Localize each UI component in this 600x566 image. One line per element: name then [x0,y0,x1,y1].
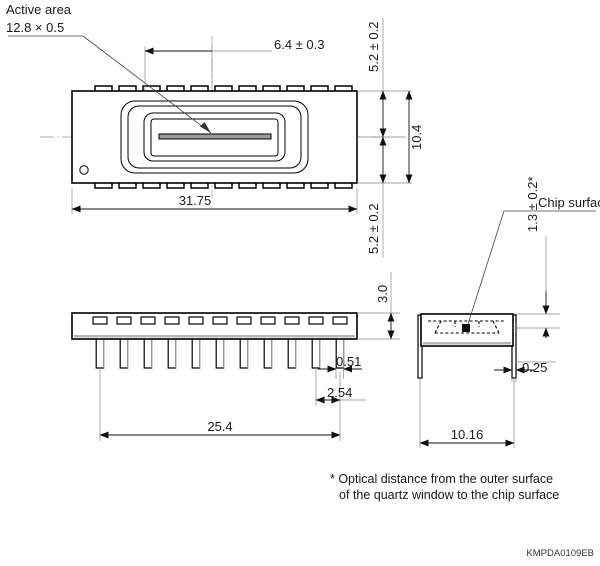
chip-surface-label: Chip surface [538,195,600,210]
active-area-title: Active area [6,2,72,17]
footnote-line-2: of the quartz window to the chip surface [339,488,559,502]
dim-label-lead-thickness: 0.25 [522,360,547,375]
dim-label-lead-span: 25.4 [207,419,232,434]
side-view-body-shade [74,335,355,338]
dim-label-total-height: 10.4 [409,125,424,150]
drawing-code: KMPDA0109EB [526,548,594,559]
package-outline-drawing: Active area 12.8 × 0.5 6.4 ± 0.3 5.2 ± 0… [0,0,600,566]
drawing-sheet: Active area 12.8 × 0.5 6.4 ± 0.3 5.2 ± 0… [0,0,600,566]
active-area-strip [159,134,271,139]
dim-label-lead-pitch: 2.54 [327,385,352,400]
footnote-line-1: * Optical distance from the outer surfac… [330,472,553,486]
dim-label-half-height-bottom: 5.2 ± 0.2 [366,203,381,254]
dim-label-window-offset: 6.4 ± 0.3 [274,37,325,52]
dim-label-half-height-top: 5.2 ± 0.2 [366,21,381,72]
active-area-size: 12.8 × 0.5 [6,20,64,35]
dim-label-lead-width: 0.51 [336,354,361,369]
dim-label-body-thickness: 3.0 [375,285,390,303]
end-view-body-shade [423,342,511,345]
dim-label-row-spacing: 10.16 [451,427,484,442]
side-view-lead-seats [92,316,348,325]
end-view-chip [462,324,470,332]
dim-label-total-length: 31.75 [179,193,212,208]
